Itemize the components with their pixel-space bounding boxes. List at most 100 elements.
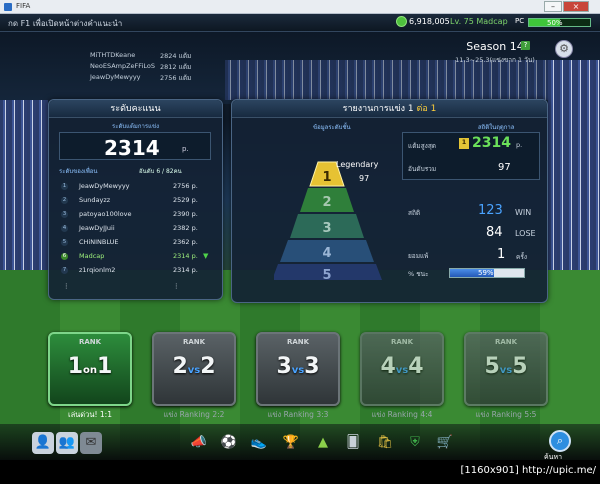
mode-3v3-tile[interactable]: RANK 3vs3: [256, 332, 340, 406]
pyramid-label: 4: [322, 246, 331, 261]
season-dates: 11.3~25.3(แข่งขาก 1 วัน): [455, 56, 535, 64]
row-index: 2: [61, 197, 68, 204]
mode-1v1-tile[interactable]: RANK 1on1: [48, 332, 132, 406]
profile-icon[interactable]: 👤: [32, 432, 54, 454]
forfeit-count: 1: [497, 247, 506, 262]
best-score: 2314: [472, 135, 511, 151]
app-icon: [4, 3, 12, 11]
whistle-icon[interactable]: 📣: [188, 432, 210, 454]
settings-gear-icon[interactable]: ⚙: [555, 40, 573, 58]
more-icon: ⋮: [173, 282, 180, 290]
row-name: patoyao100love: [79, 210, 132, 218]
row-index: 3: [61, 211, 68, 218]
pyramid-label: 3: [322, 221, 331, 236]
leaderboard-row[interactable]: 5 CHiNINBLUE 2362 p.: [59, 237, 214, 249]
minimize-button[interactable]: –: [544, 1, 562, 12]
tile-rank-label: RANK: [286, 338, 310, 346]
pyramid-label: 1: [322, 170, 331, 185]
stand-center: [225, 60, 555, 100]
match-report-panel: รายงานการแข่ง 1 ต่อ 1 ข้อมูลระดับชั้น สถ…: [231, 99, 548, 303]
row-index: 5: [61, 239, 68, 246]
close-button[interactable]: ×: [563, 1, 589, 12]
top-player-notice: JeawDyMewyyy 2756 แต้ม: [90, 73, 191, 82]
mode-5v5-tile[interactable]: RANK 5vs5: [464, 332, 548, 406]
leaderboard-row[interactable]: 1 JeawDyMewyyy 2756 p.: [59, 181, 214, 193]
leaderboard-row[interactable]: 4 JeawDyJJuii 2382 p.: [59, 223, 214, 235]
boots-icon[interactable]: 👟: [248, 432, 270, 454]
lose-count: 84: [486, 225, 503, 240]
season-help-button[interactable]: ?: [521, 41, 530, 50]
mode-label: แข่ง Ranking 5:5: [475, 410, 537, 419]
rank-pyramid-icon[interactable]: ▲: [312, 432, 334, 454]
tier-value: 97: [359, 174, 370, 183]
club-icon[interactable]: ⛨: [404, 432, 426, 454]
trophy-icon[interactable]: 🏆: [280, 432, 302, 454]
tier-name: Legendary: [336, 160, 379, 169]
notice-name: MiTHTDKeane: [90, 51, 136, 59]
tile-mode: 5vs5: [466, 354, 546, 379]
title-highlight: ต่อ 1: [416, 104, 437, 114]
tile-b: 1: [97, 354, 113, 379]
tile-b: 4: [408, 354, 424, 379]
score-unit: p.: [182, 145, 189, 153]
search-icon[interactable]: ⌕: [549, 430, 571, 452]
tile-mode: 3vs3: [258, 354, 338, 379]
season-info: Season 14 ? 11.3~25.3(แข่งขาก 1 วัน): [440, 40, 550, 65]
notice-unit: แต้ม: [178, 74, 192, 82]
top-player-notice: NeoESAmpZeFFiLoS 2812 แต้ม: [90, 62, 191, 71]
mode-2v2-tile[interactable]: RANK 2vs2: [152, 332, 236, 406]
tile-a: 1: [67, 354, 83, 379]
rank-down-arrow-icon: ▼: [203, 252, 209, 260]
forfeit-label: ยอมแพ้: [408, 252, 429, 260]
ball-icon[interactable]: ⚽: [218, 432, 240, 454]
tile-vs: vs: [395, 365, 409, 376]
season-stats: แต้มสูงสุด 1 2314 p. อันดับรวม 97 สถิติ …: [402, 128, 542, 293]
mode-label: แข่ง Ranking 4:4: [371, 410, 433, 419]
tile-rank-label: RANK: [182, 338, 206, 346]
stand-left: [0, 100, 48, 270]
notice-score: 2756: [160, 74, 177, 82]
exp-progress-label: 50%: [547, 19, 563, 27]
mode-label: แข่ง Ranking 2:2: [163, 410, 225, 419]
leaderboard-row[interactable]: 3 patoyao100love 2390 p.: [59, 209, 214, 221]
season-title: Season 14: [466, 40, 524, 53]
pyramid-label: 2: [322, 195, 331, 210]
tile-mode: 4vs4: [362, 354, 442, 379]
cart-icon[interactable]: 🛒: [434, 432, 456, 454]
exp-progress-bar: 50%: [528, 18, 591, 27]
leaderboard-row[interactable]: 7 z1rqionlm2 2314 p.: [59, 265, 214, 277]
row-score: 2390 p.: [173, 210, 198, 218]
panel-subtitle: ระดับแต้มการแข่ง: [112, 123, 159, 130]
notice-score: 2824: [160, 52, 177, 60]
pc-badge: PC: [515, 17, 525, 25]
row-name: JeawDyJJuii: [79, 224, 115, 232]
leaderboard-row[interactable]: 2 Sundayzz 2529 p.: [59, 195, 214, 207]
player-level: Lv. 75 Madcap: [450, 17, 508, 26]
lose-label: LOSE: [515, 229, 536, 238]
mode-4v4-tile[interactable]: RANK 4vs4: [360, 332, 444, 406]
notice-name: JeawDyMewyyy: [90, 73, 141, 81]
friends-icon[interactable]: 👥: [56, 432, 78, 454]
window-title: FIFA: [16, 2, 31, 10]
tile-b: 2: [200, 354, 216, 379]
row-index: 6: [61, 253, 68, 260]
notice-name: NeoESAmpZeFFiLoS: [90, 62, 155, 70]
shop-bag-icon[interactable]: 🛍: [374, 432, 396, 454]
tile-a: 4: [380, 354, 396, 379]
best-score-label: แต้มสูงสุด: [408, 142, 437, 150]
tile-a: 3: [276, 354, 292, 379]
row-index: 7: [61, 267, 68, 274]
tile-vs: vs: [499, 365, 513, 376]
mail-icon[interactable]: ✉: [80, 432, 102, 454]
win-label: WIN: [515, 208, 532, 217]
row-index: 1: [61, 183, 68, 190]
row-score: 2314 p.: [173, 252, 198, 260]
row-name: JeawDyMewyyy: [79, 182, 130, 190]
leaderboard-row-self[interactable]: 6 Madcap 2314 p. ▼: [59, 251, 214, 263]
panel-title: ระดับคะแนน: [49, 100, 222, 118]
gp-amount: 6,918,005: [409, 17, 450, 26]
best-score-unit: p.: [516, 141, 523, 149]
leaderboard-more[interactable]: ⋮ ⋮: [59, 281, 214, 293]
win-count: 123: [478, 203, 503, 218]
cards-icon[interactable]: 🂠: [342, 432, 364, 454]
